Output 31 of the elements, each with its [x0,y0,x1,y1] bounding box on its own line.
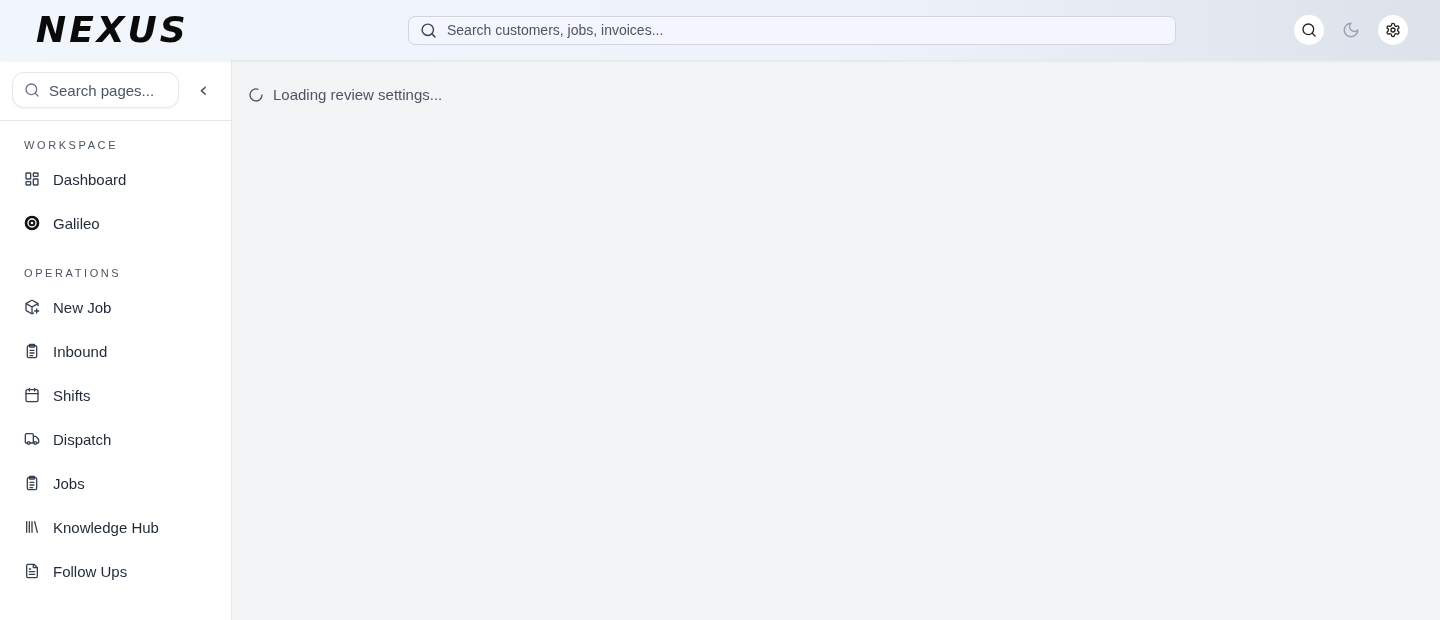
nav-item[interactable]: Knowledge Hub [0,505,231,549]
document-icon [24,563,40,579]
settings-button[interactable] [1378,15,1408,45]
nav-item[interactable]: New Job [0,285,231,329]
search-icon [1301,22,1317,38]
loading-text: Loading review settings... [273,86,443,103]
nav-item[interactable]: Inbound [0,329,231,373]
calendar-icon [24,387,40,403]
search-button[interactable] [1294,15,1324,45]
page-search-field[interactable]: Search pages... [12,72,179,108]
truck-icon [24,431,40,447]
nav-item[interactable]: Galileo [0,201,231,245]
target-icon [24,215,40,231]
section-heading: OPERATIONS [23,266,123,281]
nav-item[interactable]: Jobs [0,461,231,505]
logo: NEXUS [36,12,189,48]
collapse-button[interactable]: ‹ [193,79,214,101]
clipboard-icon [24,343,40,359]
nav-item[interactable]: Shifts [0,373,231,417]
spinner-icon [248,86,264,103]
search-field[interactable]: Search customers, jobs, invoices... [408,15,1176,45]
package-plus-icon [24,299,40,315]
nav-item[interactable]: Dispatch [0,417,231,461]
moon-icon [1342,21,1360,39]
books-icon [24,519,40,535]
clipboard-icon [24,475,40,491]
nav-item[interactable]: Follow Ups [0,549,231,593]
gear-icon [1385,22,1401,38]
grid-icon [24,171,40,187]
nav-item[interactable]: Dashboard [0,157,231,201]
section-heading: WORKSPACE [23,138,120,153]
